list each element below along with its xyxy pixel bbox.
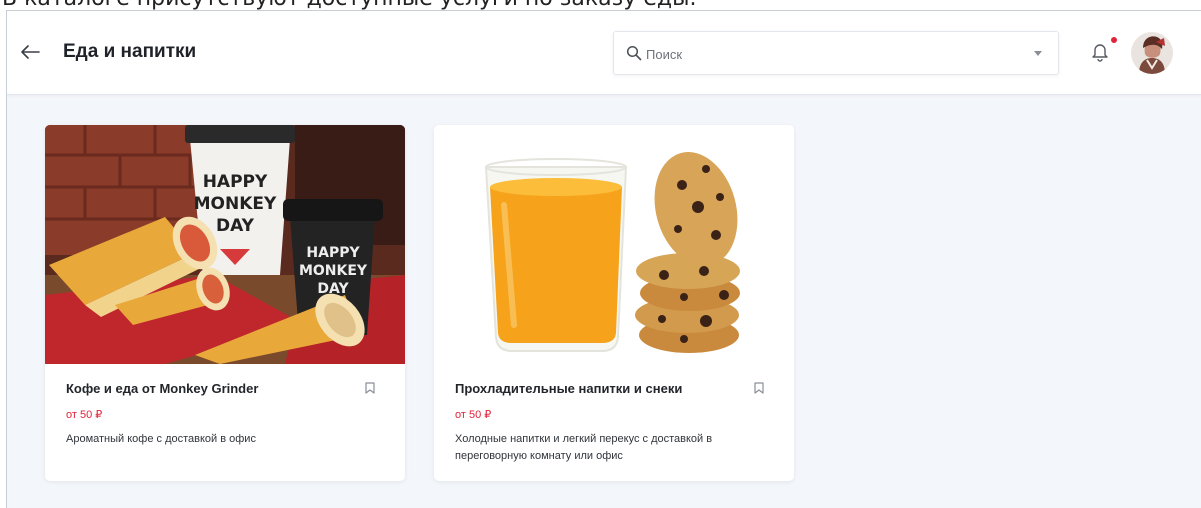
search-input[interactable] (646, 42, 1016, 66)
caption-strip: В каталоге присутствуют доступные услуги… (0, 0, 1201, 10)
page-title: Еда и напитки (63, 41, 197, 62)
card-image-coffee: HAPPY MONKEY DAY HAPPY MONKEY DAY (45, 125, 405, 364)
catalog-card-drinks[interactable]: Прохладительные напитки и снеки от 50 ₽ … (434, 125, 794, 481)
cup-text-3: DAY (216, 216, 255, 236)
notification-dot (1111, 37, 1117, 43)
cup-text-5: MONKEY (299, 263, 368, 279)
bookmark-icon[interactable] (754, 382, 764, 394)
cup-text-4: HAPPY (306, 245, 360, 261)
header-bar: Еда и напитки (7, 11, 1201, 95)
bookmark-icon[interactable] (365, 382, 375, 394)
card-description: Ароматный кофе с доставкой в офис (66, 433, 256, 445)
app-frame: Еда и напитки Поиск HAPPY MONKEY DAY HAP… (6, 10, 1201, 508)
search-icon (626, 45, 642, 61)
arrow-left-icon[interactable] (19, 43, 41, 61)
catalog-card-coffee[interactable]: HAPPY MONKEY DAY HAPPY MONKEY DAY Кофе и… (45, 125, 405, 481)
card-image-drinks (434, 125, 794, 364)
chevron-down-icon[interactable] (1034, 51, 1042, 57)
card-title: Кофе и еда от Monkey Grinder (66, 381, 259, 396)
avatar[interactable] (1131, 32, 1173, 74)
card-title: Прохладительные напитки и снеки (455, 381, 683, 396)
cup-text-1: HAPPY (203, 172, 268, 192)
card-price: от 50 ₽ (66, 409, 103, 421)
bell-icon[interactable] (1089, 39, 1111, 63)
card-price: от 50 ₽ (455, 409, 492, 421)
caption-text: В каталоге присутствуют доступные услуги… (2, 0, 696, 10)
cup-text-2: MONKEY (194, 194, 277, 214)
search-box[interactable] (613, 31, 1059, 75)
card-description: Холодные напитки и легкий перекус с дост… (455, 433, 713, 462)
